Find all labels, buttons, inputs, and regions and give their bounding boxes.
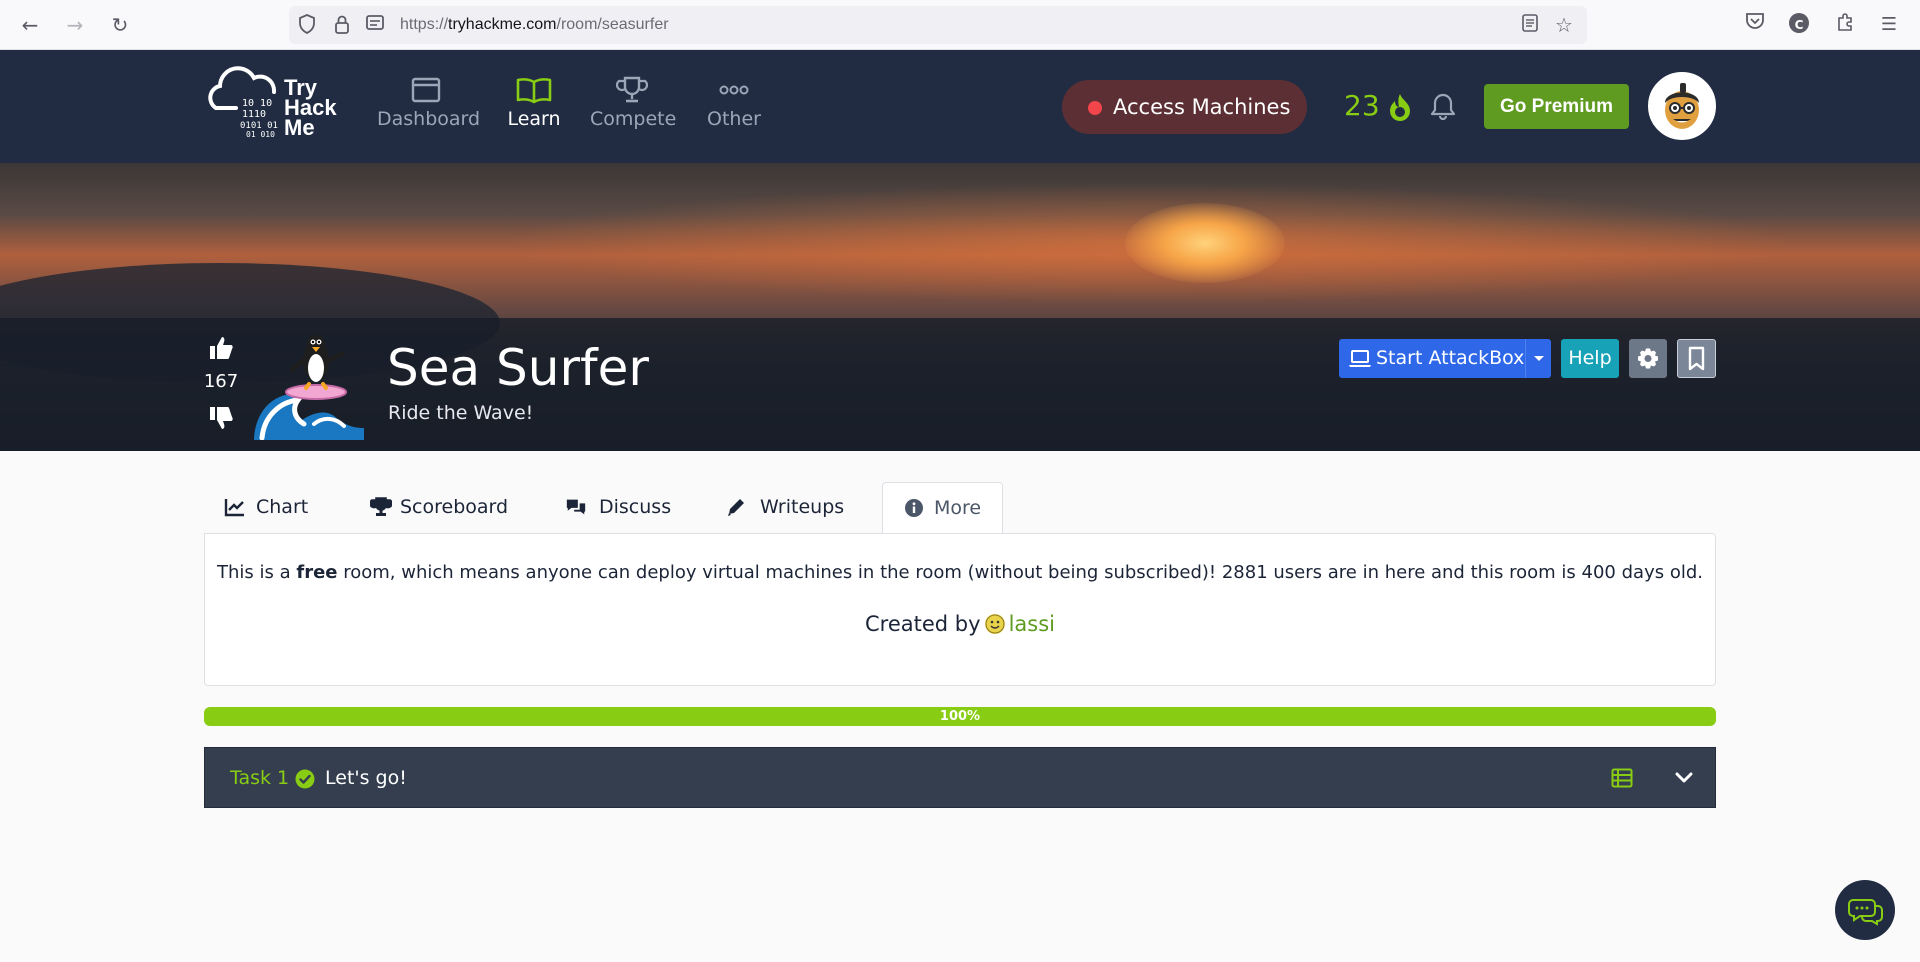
url-path: /room/seasurfer (556, 16, 669, 33)
streak-count: 23 (1344, 89, 1380, 122)
user-avatar[interactable] (1648, 72, 1716, 140)
caret-down-icon (1534, 356, 1544, 361)
info-text-after: room, which means anyone can deploy virt… (337, 562, 1703, 583)
page-info-icon[interactable] (364, 14, 386, 36)
room-subtitle: Ride the Wave! (388, 402, 534, 424)
line-chart-icon (224, 499, 244, 517)
bookmark-room-button[interactable] (1677, 339, 1716, 378)
shield-icon[interactable] (296, 14, 318, 36)
svg-text:1110: 1110 (242, 109, 266, 120)
thumbs-down-icon[interactable] (204, 404, 238, 436)
cloud-logo-icon: 10 10 1110 0101 01 01 010 (208, 66, 278, 139)
tab-more[interactable]: More (882, 482, 1003, 534)
created-by-label: Created by (865, 612, 981, 636)
room-info-text: This is a free room, which means anyone … (205, 562, 1715, 583)
reload-icon[interactable]: ↻ (107, 12, 133, 38)
browser-toolbar: ← → ↻ https://tryhackme.com/room/seasurf… (0, 0, 1920, 50)
vote-count: 167 (203, 371, 239, 392)
tab-more-label: More (934, 497, 982, 519)
info-text-free: free (296, 562, 338, 583)
pocket-icon[interactable] (1742, 12, 1768, 38)
info-text-before: This is a (217, 562, 297, 583)
room-settings-button[interactable] (1629, 339, 1667, 378)
reader-view-icon[interactable] (1519, 14, 1541, 36)
profile-avatar[interactable]: C (1786, 12, 1812, 38)
pencil-icon (728, 499, 744, 516)
chevron-down-icon[interactable] (1674, 769, 1694, 791)
logo-wordmark: Try Hack Me (284, 77, 337, 140)
book-icon (516, 78, 552, 104)
logo-line-me: Me (284, 115, 315, 140)
extensions-icon[interactable] (1832, 12, 1858, 38)
nav-dashboard[interactable]: Dashboard (377, 72, 481, 130)
room-progress-fill: 100% (204, 707, 1716, 726)
task-number: Task 1 (230, 767, 290, 789)
tab-scoreboard-label: Scoreboard (400, 496, 509, 518)
svg-text:01 010: 01 010 (246, 130, 275, 139)
tab-writeups[interactable]: Writeups (694, 482, 844, 534)
comments-icon (566, 499, 586, 515)
banner-sun (1125, 203, 1285, 283)
svg-text:10 10: 10 10 (242, 98, 272, 109)
tab-scoreboard[interactable]: Scoreboard (334, 482, 508, 534)
bookmark-icon (1688, 346, 1705, 371)
menu-hamburger-icon[interactable]: ☰ (1876, 12, 1902, 38)
tab-discuss[interactable]: Discuss (534, 482, 674, 534)
chat-bubbles-icon (1848, 899, 1883, 926)
url-domain: tryhackme.com (448, 16, 557, 33)
thumbs-up-icon[interactable] (204, 334, 238, 366)
site-navbar: 10 10 1110 0101 01 01 010 Try Hack Me Da… (0, 50, 1920, 163)
tab-writeups-label: Writeups (760, 496, 845, 518)
task-1-header[interactable]: Task 1 Let's go! (204, 747, 1716, 808)
forward-icon[interactable]: → (62, 12, 88, 38)
profile-initial: C (1794, 18, 1804, 32)
help-button[interactable]: Help (1561, 339, 1619, 378)
nav-dashboard-label: Dashboard (377, 108, 481, 130)
room-progress-bar: 100% (204, 707, 1716, 726)
more-dots-icon (719, 85, 749, 95)
status-dot-icon (1088, 101, 1102, 115)
go-premium-button[interactable]: Go Premium (1484, 84, 1629, 129)
back-icon[interactable]: ← (17, 12, 43, 38)
room-creator: Created by lassi (205, 612, 1715, 636)
tab-chart[interactable]: Chart (204, 482, 324, 534)
nav-other[interactable]: Other (705, 72, 763, 130)
support-chat-button[interactable] (1835, 880, 1895, 940)
streak-flame-icon (1386, 92, 1414, 126)
nav-compete-label: Compete (590, 108, 677, 130)
trophy-icon (616, 76, 648, 103)
author-avatar-icon (984, 614, 1005, 634)
task-completed-check-icon (295, 769, 315, 793)
nav-compete[interactable]: Compete (590, 72, 677, 130)
notifications-bell-icon[interactable] (1430, 92, 1456, 124)
url-text[interactable]: https://tryhackme.com/room/seasurfer (400, 6, 669, 44)
trophy-icon (370, 497, 392, 516)
tab-discuss-label: Discuss (599, 496, 672, 518)
nav-learn-label: Learn (507, 108, 561, 130)
start-attackbox-label: Start AttackBox (1376, 347, 1525, 369)
access-machines-button[interactable]: Access Machines (1062, 80, 1307, 134)
room-title: Sea Surfer (387, 339, 649, 397)
gear-icon (1638, 348, 1658, 369)
nav-other-label: Other (707, 108, 761, 130)
attackbox-dropdown-toggle[interactable] (1525, 339, 1551, 378)
access-machines-label: Access Machines (1113, 95, 1291, 119)
task-title: Let's go! (325, 767, 407, 789)
tryhackme-logo[interactable]: 10 10 1110 0101 01 01 010 Try Hack Me (202, 64, 352, 148)
start-attackbox-button[interactable]: Start AttackBox (1339, 339, 1551, 378)
address-bar[interactable]: https://tryhackme.com/room/seasurfer ☆ (289, 6, 1587, 44)
room-info-panel: This is a free room, which means anyone … (204, 533, 1716, 686)
nav-learn[interactable]: Learn (505, 72, 563, 130)
author-link[interactable]: lassi (1009, 612, 1055, 636)
room-penguin-surfer-image (254, 330, 364, 441)
url-scheme: https:// (400, 16, 449, 33)
info-icon (905, 499, 923, 517)
lock-icon[interactable] (331, 14, 353, 36)
tab-chart-label: Chart (256, 496, 309, 518)
bookmark-star-icon[interactable]: ☆ (1553, 14, 1575, 36)
laptop-icon (1349, 350, 1371, 367)
dashboard-icon (411, 77, 441, 103)
task-list-icon[interactable] (1611, 768, 1633, 792)
